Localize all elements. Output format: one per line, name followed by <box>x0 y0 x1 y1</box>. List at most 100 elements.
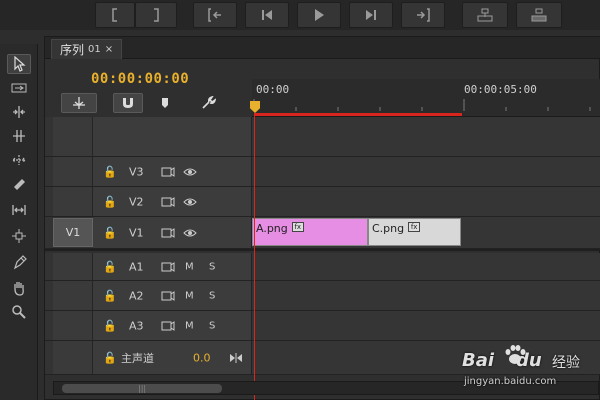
ruler-start-label: 00:00 <box>256 83 290 96</box>
sync-lock-icon[interactable] <box>161 261 175 273</box>
track-v2-patch-area[interactable] <box>53 187 93 216</box>
track-a1-patch-area[interactable] <box>53 253 93 280</box>
track-v3-patch-area[interactable] <box>53 157 93 186</box>
go-to-next-edit-icon[interactable] <box>229 352 243 364</box>
clip-c-png[interactable]: C.png fx <box>368 218 461 246</box>
track-a3: 🔓 A3 M S <box>45 311 600 341</box>
lock-icon[interactable]: 🔓 <box>103 195 117 208</box>
slide-tool[interactable] <box>7 226 31 246</box>
track-name: V1 <box>129 226 144 239</box>
current-timecode[interactable]: 00:00:00:00 <box>91 71 189 87</box>
snap-icon <box>73 97 85 109</box>
grip-icon: ||| <box>138 384 147 393</box>
clip-label: A.png <box>256 222 288 235</box>
clip-a-png[interactable]: A.png fx <box>252 218 368 246</box>
sync-lock-icon[interactable] <box>161 227 175 239</box>
close-icon[interactable]: × <box>105 44 113 55</box>
tab-sequence-01[interactable]: 序列 01 × <box>51 39 123 59</box>
step-back-icon <box>262 10 272 20</box>
sync-lock-icon[interactable] <box>161 320 175 332</box>
track-a3-patch-area[interactable] <box>53 311 93 340</box>
work-area-bar[interactable] <box>254 113 462 116</box>
mute-button[interactable]: M <box>185 320 194 331</box>
sync-lock-icon[interactable] <box>161 196 175 208</box>
track-v2-header: 🔓 V2 <box>93 187 252 216</box>
video-audio-divider[interactable] <box>45 249 600 251</box>
insert-button[interactable] <box>462 2 508 28</box>
track-select-icon <box>11 83 27 93</box>
track-name: A3 <box>129 319 144 332</box>
zoom-icon <box>12 305 26 319</box>
rate-stretch-tool[interactable] <box>7 150 31 170</box>
fx-badge-icon: fx <box>408 222 421 232</box>
eye-icon[interactable] <box>183 166 197 178</box>
play-button[interactable] <box>297 2 341 28</box>
watermark-brand-part1: Bai <box>462 350 495 371</box>
timeline-settings-button[interactable] <box>199 93 217 113</box>
watermark-brand: Bai du <box>462 350 542 371</box>
time-ruler[interactable]: 00:00 00:00:05:00 <box>250 79 600 117</box>
track-v2-content[interactable] <box>252 187 600 216</box>
mark-out-button[interactable] <box>135 2 177 28</box>
track-v1-content[interactable]: A.png fx C.png fx <box>252 217 600 248</box>
snap-button[interactable] <box>61 93 97 113</box>
linked-selection-button[interactable] <box>113 93 143 113</box>
step-forward-button[interactable] <box>349 2 393 28</box>
master-volume-value[interactable]: 0.0 <box>193 351 211 364</box>
lock-icon[interactable]: 🔓 <box>103 289 117 302</box>
playhead-line[interactable] <box>254 115 255 400</box>
track-v3-header: 🔓 V3 <box>93 157 252 186</box>
slip-tool[interactable] <box>7 200 31 220</box>
tab-number: 01 <box>88 44 101 55</box>
track-a1: 🔓 A1 M S <box>45 253 600 281</box>
lock-icon[interactable]: 🔓 <box>103 226 117 239</box>
magnet-icon <box>123 98 133 108</box>
selection-tool[interactable] <box>7 54 31 74</box>
watermark-cn: 经验 <box>552 355 580 371</box>
lock-icon[interactable]: 🔓 <box>103 319 117 332</box>
track-a1-content[interactable] <box>252 253 600 280</box>
zoom-tool[interactable] <box>7 302 31 322</box>
step-back-button[interactable] <box>245 2 289 28</box>
go-to-in-button[interactable] <box>193 2 237 28</box>
lock-icon[interactable]: 🔓 <box>103 260 117 273</box>
scrollbar-thumb[interactable]: ||| <box>62 384 222 393</box>
sequence-tab-bar: 序列 01 × <box>45 37 600 59</box>
lock-icon[interactable]: 🔓 <box>103 165 117 178</box>
slip-icon <box>12 205 26 215</box>
mute-button[interactable]: M <box>185 261 194 272</box>
track-v3-content[interactable] <box>252 157 600 186</box>
track-name: A1 <box>129 260 144 273</box>
track-spacer <box>45 117 600 157</box>
ripple-edit-tool[interactable] <box>7 102 31 122</box>
mute-button[interactable]: M <box>185 290 194 301</box>
solo-button[interactable]: S <box>209 320 215 331</box>
add-marker-button[interactable] <box>157 93 173 113</box>
solo-button[interactable]: S <box>209 261 215 272</box>
razor-tool[interactable] <box>7 174 31 194</box>
track-a2-content[interactable] <box>252 281 600 310</box>
rolling-edit-tool[interactable] <box>7 126 31 146</box>
mark-in-button[interactable] <box>95 2 135 28</box>
track-a2: 🔓 A2 M S <box>45 281 600 311</box>
eye-icon[interactable] <box>183 196 197 208</box>
sync-lock-icon[interactable] <box>161 166 175 178</box>
track-name: V2 <box>129 195 144 208</box>
track-a3-content[interactable] <box>252 311 600 340</box>
source-patch-v1[interactable]: V1 <box>53 218 93 247</box>
mark-out-icon <box>154 8 159 22</box>
pen-tool[interactable] <box>7 252 31 272</box>
step-forward-icon <box>366 10 376 20</box>
slide-icon <box>12 229 26 243</box>
solo-button[interactable]: S <box>209 290 215 301</box>
lock-icon[interactable]: 🔓 <box>103 351 117 364</box>
hand-tool[interactable] <box>7 278 31 298</box>
sync-lock-icon[interactable] <box>161 290 175 302</box>
track-select-tool[interactable] <box>7 78 31 98</box>
eye-icon[interactable] <box>183 227 197 239</box>
go-to-in-icon <box>208 8 221 22</box>
go-to-out-button[interactable] <box>401 2 445 28</box>
overwrite-button[interactable] <box>516 2 562 28</box>
track-v2: 🔓 V2 <box>45 187 600 217</box>
track-a2-patch-area[interactable] <box>53 281 93 310</box>
